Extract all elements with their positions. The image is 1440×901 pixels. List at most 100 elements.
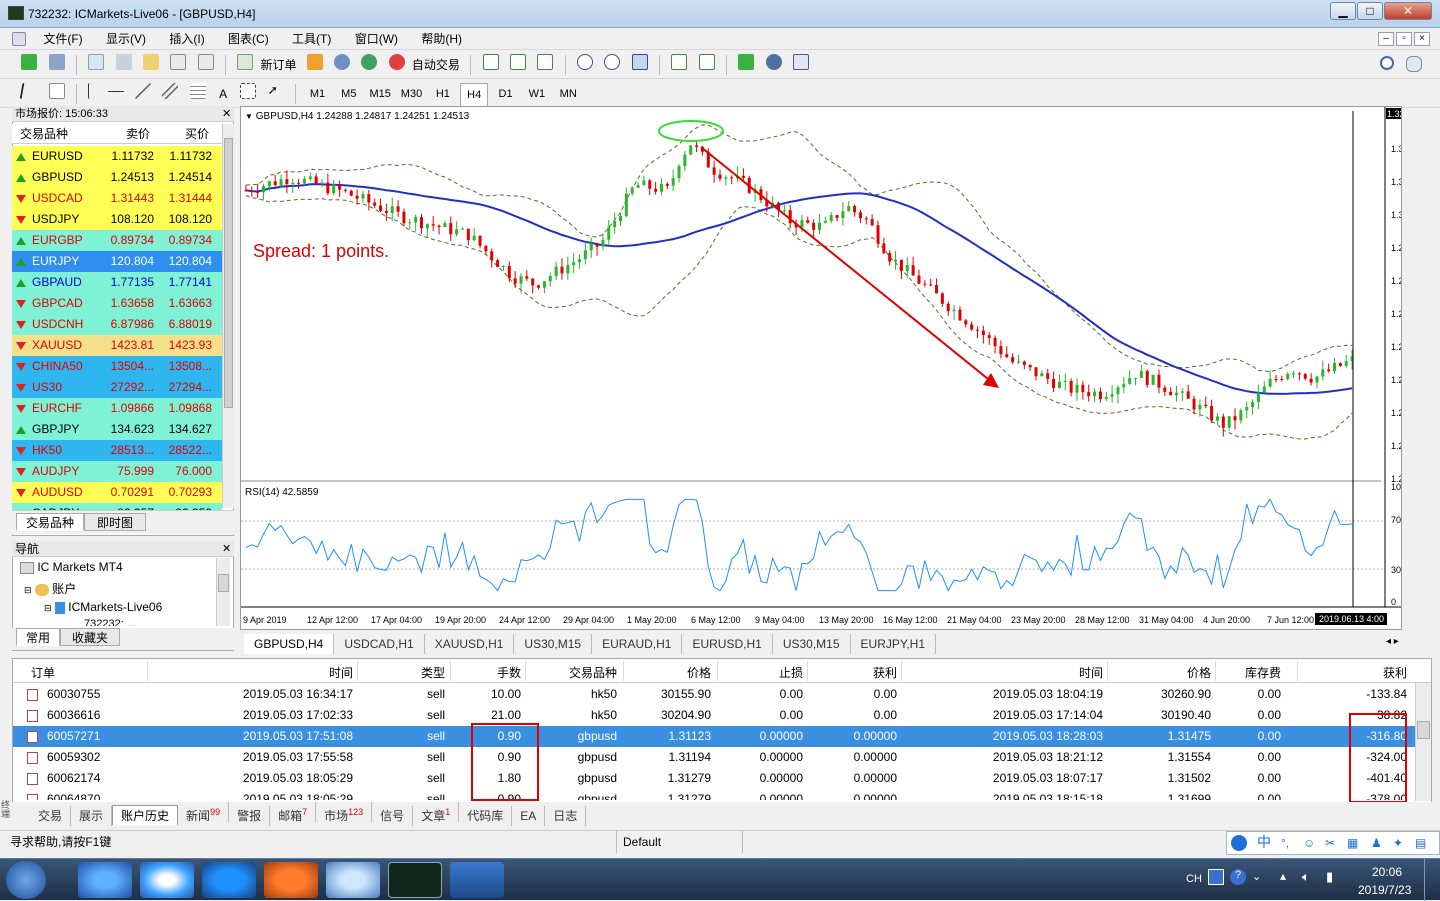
chart-tab[interactable]: EURUSD,H1 [682, 634, 773, 654]
market-watch-row[interactable]: USDCAD 1.31443 1.31444 [12, 188, 222, 209]
menu-view[interactable]: 显示(V) [96, 29, 156, 50]
taskbar-k-icon[interactable] [202, 862, 256, 898]
market-watch-row[interactable]: AUDUSD 0.70291 0.70293 [12, 482, 222, 503]
new-chart-icon[interactable] [21, 54, 38, 70]
terminal-column-header[interactable]: 价格 [687, 664, 711, 681]
profiles-icon[interactable] [48, 54, 65, 70]
terminal-tab[interactable]: 账户历史 [112, 805, 179, 825]
timeframe-h1[interactable]: H1 [429, 83, 457, 105]
chart-tab[interactable]: US30,M15 [514, 634, 593, 654]
navigator-icon[interactable] [143, 54, 160, 70]
bar-chart-icon[interactable] [482, 54, 499, 70]
timeframe-m5[interactable]: M5 [335, 83, 363, 105]
menu-tools[interactable]: 工具(T) [282, 29, 341, 50]
col-symbol[interactable]: 交易品种 [20, 124, 68, 144]
timeframe-w1[interactable]: W1 [523, 83, 551, 105]
chat-icon[interactable] [1406, 56, 1422, 72]
terminal-column-header[interactable]: 库存费 [1245, 664, 1281, 681]
templates-icon[interactable] [793, 54, 809, 70]
line-chart-icon[interactable] [537, 54, 554, 70]
mdi-minimize-button[interactable]: – [1378, 32, 1394, 46]
terminal-tab[interactable]: 新闻99 [178, 802, 230, 823]
tab-tick-chart[interactable]: 即时图 [84, 513, 146, 531]
terminal-tab[interactable]: 市场123 [316, 802, 373, 823]
chart-tab[interactable]: EURAUD,H1 [592, 634, 683, 654]
market-watch-row[interactable]: USDJPY 108.120 108.120 [12, 209, 222, 230]
nav-item-account[interactable]: 732232: ... [84, 618, 214, 626]
nav-item-server[interactable]: ⊟ ICMarkets-Live06 [44, 600, 162, 614]
chart-window[interactable]: 1.31385 1.30800 1.30200 1.29615 1.29015 1.284… [240, 106, 1402, 630]
market-watch-row[interactable]: EURUSD 1.11732 1.11732 [12, 146, 222, 167]
terminal-column-header[interactable]: 交易品种 [569, 664, 617, 681]
trade-history-row[interactable]: 60057271 2019.05.03 17:51:08 sell 0.90 gbpus… [13, 726, 1415, 747]
market-watch-row[interactable]: EURJPY 120.804 120.804 [12, 251, 222, 272]
ime-chinese-mode[interactable]: 中 [1257, 831, 1271, 853]
channel-icon[interactable] [162, 83, 179, 99]
auto-trading-icon[interactable] [388, 54, 405, 70]
market-watch-row[interactable]: GBPCAD 1.63658 1.63663 [12, 293, 222, 314]
terminal-tab[interactable]: 文章1 [413, 802, 460, 823]
tray-ime-icon[interactable] [1208, 869, 1224, 885]
chart-tab[interactable]: US30,M15 [773, 634, 851, 654]
strategy-tester-icon[interactable] [197, 54, 214, 70]
nav-item-broker[interactable]: IC Markets MT4 [20, 560, 123, 574]
fibonacci-icon[interactable] [189, 83, 206, 99]
tray-clock-date[interactable]: 2019/7/23 [1358, 883, 1411, 897]
terminal-column-header[interactable]: 价格 [1187, 664, 1211, 681]
tray-expand-icon[interactable]: ▴ [1280, 869, 1286, 883]
market-watch-close-icon[interactable]: ✕ [222, 107, 231, 120]
tray-network-icon[interactable]: ▮ [1326, 869, 1333, 885]
chart-tab[interactable]: XAUUSD,H1 [425, 634, 515, 654]
market-watch-row[interactable]: GBPAUD 1.77135 1.77141 [12, 272, 222, 293]
market-watch-row[interactable]: GBPUSD 1.24513 1.24514 [12, 167, 222, 188]
chart-tabs-scroll[interactable]: ◂ ▸ [1386, 636, 1399, 647]
chart-tab[interactable]: GBPUSD,H4 [244, 634, 335, 654]
market-watch-row[interactable]: EURCHF 1.09866 1.09868 [12, 398, 222, 419]
timeframe-d1[interactable]: D1 [492, 83, 520, 105]
maximize-button[interactable]: □ [1357, 2, 1383, 20]
status-profile[interactable]: Default [616, 831, 661, 853]
chart-tab[interactable]: USDCAD,H1 [334, 634, 425, 654]
ime-skin-icon[interactable]: ✦ [1393, 832, 1403, 854]
col-bid[interactable]: 卖价 [126, 124, 150, 144]
data-window-icon[interactable] [115, 54, 132, 70]
text-label-icon[interactable] [240, 83, 257, 99]
terminal-scrollbar[interactable] [1415, 683, 1431, 801]
navigator-scrollbar[interactable] [216, 558, 230, 626]
menu-window[interactable]: 窗口(W) [345, 29, 408, 50]
tray-volume-icon[interactable]: 🔈︎ [1302, 869, 1310, 885]
terminal-tab[interactable]: 信号 [372, 806, 414, 826]
navigator-close-icon[interactable]: ✕ [222, 542, 231, 555]
terminal-tab[interactable]: EA [512, 806, 546, 826]
tab-symbols[interactable]: 交易品种 [16, 513, 84, 531]
trendline-icon[interactable] [135, 83, 152, 99]
taskbar-word-icon[interactable] [450, 862, 504, 898]
menu-charts[interactable]: 图表(C) [218, 29, 279, 50]
terminal-column-header[interactable]: 类型 [421, 664, 445, 681]
trade-history-row[interactable]: 60064870 2019.05.03 18:05:29 sell 0.90 gbpus… [13, 789, 1415, 800]
terminal-column-header[interactable]: 止损 [779, 664, 803, 681]
signals-icon[interactable] [361, 54, 378, 70]
timeframe-m1[interactable]: M1 [303, 83, 331, 105]
menu-help[interactable]: 帮助(H) [411, 29, 472, 50]
experts-icon[interactable] [334, 54, 351, 70]
market-watch-row[interactable]: AUDJPY 75.999 76.000 [12, 461, 222, 482]
market-watch-row[interactable]: HK50 28513... 28522... [12, 440, 222, 461]
ime-punct-icon[interactable]: °, [1281, 832, 1289, 854]
market-watch-row[interactable]: XAUUSD 1423.81 1423.93 [12, 335, 222, 356]
market-watch-row[interactable]: EURGBP 0.89734 0.89734 [12, 230, 222, 251]
ime-keyboard-icon[interactable]: ▦ [1347, 832, 1358, 854]
terminal-tab[interactable]: 交易 [30, 806, 72, 826]
show-desktop-button[interactable] [1424, 859, 1440, 901]
tray-language[interactable]: CH [1186, 873, 1202, 885]
tab-favorites[interactable]: 收藏夹 [60, 628, 120, 646]
close-button[interactable]: ✕ [1384, 2, 1432, 20]
auto-scroll-icon[interactable] [698, 54, 715, 70]
market-watch-row[interactable]: US30 27292... 27294... [12, 377, 222, 398]
market-watch-row[interactable]: CHINA50 13504... 13508... [12, 356, 222, 377]
tile-windows-icon[interactable] [631, 54, 648, 70]
timeframe-h4[interactable]: H4 [460, 83, 489, 107]
search-icon[interactable] [1380, 56, 1394, 70]
ime-emoji-icon[interactable]: ☺ [1303, 832, 1315, 854]
terminal-column-header[interactable]: 时间 [329, 664, 353, 681]
